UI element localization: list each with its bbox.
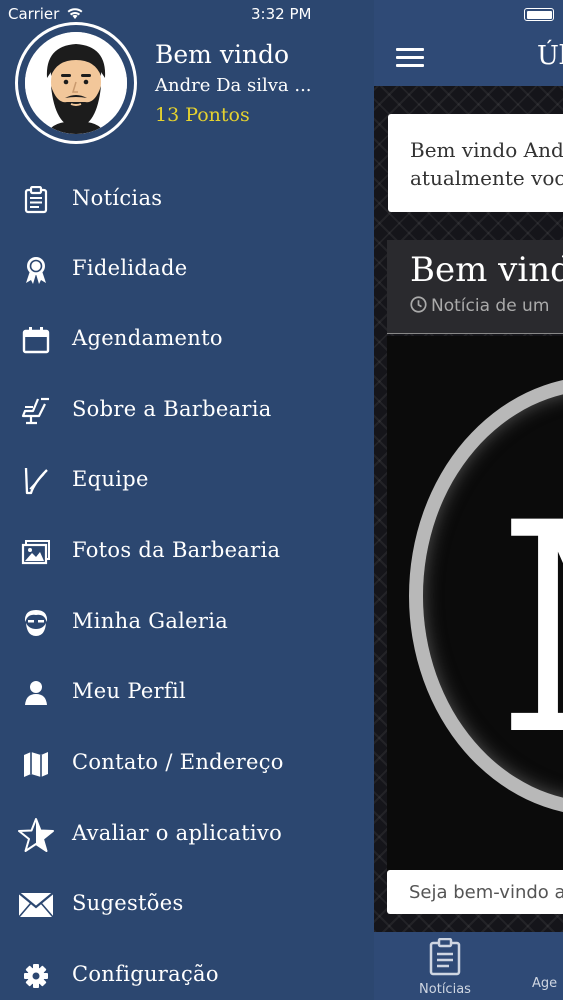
map-icon	[18, 746, 54, 782]
menu-item-fidelidade[interactable]: Fidelidade	[0, 240, 374, 300]
user-icon	[18, 675, 54, 711]
user-name: Andre Da silva ...	[155, 75, 312, 96]
hamburger-menu-icon[interactable]	[396, 46, 424, 68]
clock-icon	[410, 296, 427, 313]
menu-item-noticias[interactable]: Notícias	[0, 170, 374, 230]
clipboard-icon	[429, 937, 461, 976]
tab-noticias[interactable]: Notícias	[412, 937, 478, 997]
menu-item-equipe[interactable]: Equipe	[0, 451, 374, 511]
menu-item-avaliar[interactable]: Avaliar o aplicativo	[0, 805, 374, 865]
tab-bar: Notícias Age	[374, 932, 563, 1000]
calendar-icon	[18, 322, 54, 358]
post-subtitle-text: Notícia de um	[431, 296, 550, 316]
post-title: Bem vind	[410, 250, 563, 290]
menu-item-label: Contato / Endereço	[72, 750, 284, 774]
razor-icon	[18, 463, 54, 499]
menu-item-contato[interactable]: Contato / Endereço	[0, 734, 374, 794]
ribbon-icon	[18, 252, 54, 288]
bearded-face-icon	[18, 605, 54, 641]
menu-item-fotos[interactable]: Fotos da Barbearia	[0, 522, 374, 582]
post-header[interactable]: Bem vind Notícia de um	[387, 240, 563, 334]
wifi-icon	[67, 8, 83, 19]
welcome-text-line2: atualmente voc	[410, 166, 563, 190]
menu-item-label: Avaliar o aplicativo	[72, 821, 283, 845]
menu-item-perfil[interactable]: Meu Perfil	[0, 663, 374, 723]
carrier-label: Carrier	[8, 5, 60, 23]
star-icon	[18, 817, 54, 853]
logo-letter: M	[499, 484, 563, 774]
app-status-bar	[374, 0, 563, 30]
menu-item-label: Minha Galeria	[72, 609, 229, 633]
greeting: Bem vindo	[155, 40, 290, 69]
menu-item-label: Notícias	[72, 186, 163, 210]
menu-item-galeria[interactable]: Minha Galeria	[0, 593, 374, 653]
menu-item-label: Equipe	[72, 467, 149, 491]
bearded-man-avatar-icon	[25, 32, 127, 134]
photos-icon	[18, 534, 54, 570]
tab-agendamento-label: Age	[532, 976, 558, 991]
post-caption: Seja bem-vindo a	[387, 870, 563, 914]
avatar[interactable]	[15, 22, 137, 144]
menu-item-sugestoes[interactable]: Sugestões	[0, 875, 374, 935]
menu-item-label: Sugestões	[72, 891, 184, 915]
menu-item-label: Meu Perfil	[72, 679, 186, 703]
nav-bar: Úl	[374, 30, 563, 86]
clock-time: 3:32 PM	[251, 5, 312, 23]
menu-item-label: Configuração	[72, 962, 219, 986]
menu-item-label: Sobre a Barbearia	[72, 397, 272, 421]
welcome-text-line1: Bem vindo And	[410, 138, 563, 162]
tab-noticias-label: Notícias	[419, 982, 471, 997]
points-label: 13 Pontos	[155, 104, 250, 126]
main-screen: Úl Bem vindo And atualmente voc Bem vind…	[374, 0, 563, 1000]
gear-icon	[18, 958, 54, 994]
clipboard-icon	[18, 182, 54, 218]
menu-item-label: Fotos da Barbearia	[72, 538, 281, 562]
menu-item-agendamento[interactable]: Agendamento	[0, 310, 374, 370]
side-drawer: Carrier 3:32 PM Bem vindo Andre Da silva…	[0, 0, 374, 1000]
tab-agendamento[interactable]: Age	[532, 974, 557, 991]
welcome-card: Bem vindo And atualmente voc	[388, 114, 563, 212]
battery-icon	[524, 8, 554, 21]
envelope-icon	[18, 887, 54, 923]
post-image[interactable]: M	[387, 336, 563, 876]
post-subtitle: Notícia de um	[410, 296, 563, 316]
menu-item-sobre[interactable]: Sobre a Barbearia	[0, 381, 374, 441]
menu-item-label: Fidelidade	[72, 256, 188, 280]
menu-item-configuracao[interactable]: Configuração	[0, 946, 374, 1000]
nav-title: Úl	[537, 41, 563, 71]
menu-item-label: Agendamento	[72, 326, 223, 350]
barber-chair-icon	[18, 393, 54, 429]
